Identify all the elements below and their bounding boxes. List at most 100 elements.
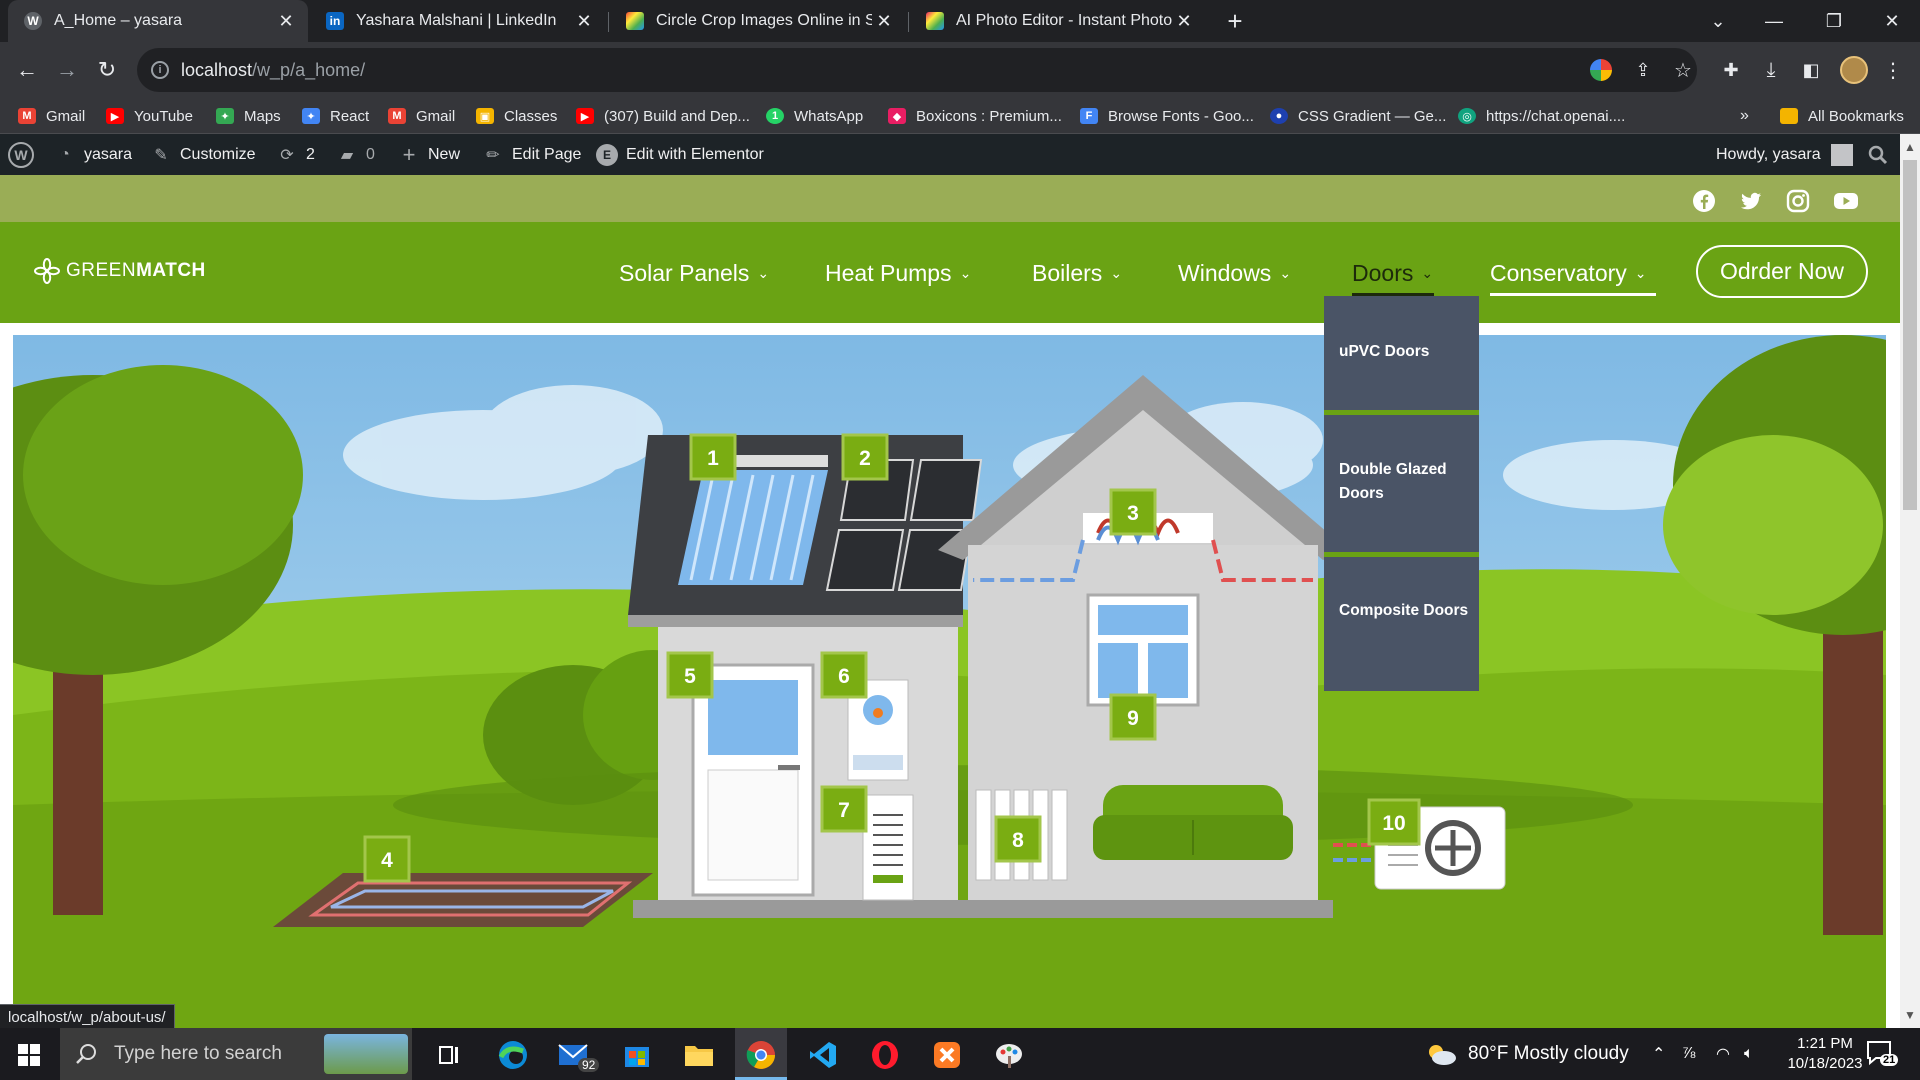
edge-browser-icon[interactable] <box>494 1036 532 1074</box>
close-window-button[interactable]: ✕ <box>1864 0 1920 42</box>
back-button[interactable]: ← <box>10 53 44 87</box>
facebook-icon[interactable] <box>1692 189 1716 213</box>
minimize-button[interactable]: — <box>1746 0 1802 42</box>
microsoft-store-icon[interactable] <box>618 1036 656 1074</box>
bookmarks-overflow-button[interactable]: » <box>1740 98 1749 134</box>
wp-account-menu[interactable]: Howdy, yasara <box>1716 134 1853 175</box>
hotspot-1: 1 <box>707 447 719 470</box>
scroll-up-arrow-icon[interactable]: ▲ <box>1904 140 1916 154</box>
dropdown-item-double-glazed-doors[interactable]: Double Glazed Doors <box>1324 458 1479 506</box>
bookmark-maps[interactable]: ✦ Maps <box>216 98 281 134</box>
youtube-icon[interactable] <box>1833 189 1858 213</box>
wp-customize[interactable]: ✎ Customize <box>150 134 256 175</box>
nav-doors[interactable]: Doors ⌄ <box>1352 258 1433 288</box>
close-tab-icon[interactable]: ✕ <box>274 11 298 32</box>
status-url: localhost/w_p/about-us/ <box>8 1008 166 1026</box>
share-icon[interactable]: ⇪ <box>1626 53 1660 87</box>
browser-tab-ai-photo[interactable]: AI Photo Editor - Instant Photo E ✕ <box>910 0 1206 42</box>
order-now-button[interactable]: Odrder Now <box>1696 245 1868 298</box>
scrollbar-thumb[interactable] <box>1903 160 1917 510</box>
wp-comments[interactable]: ▰ 0 <box>336 134 375 175</box>
scroll-down-arrow-icon[interactable]: ▼ <box>1904 1008 1916 1022</box>
nav-boilers[interactable]: Boilers ⌄ <box>1032 258 1122 288</box>
paint-icon[interactable] <box>990 1036 1028 1074</box>
bookmark-label: All Bookmarks <box>1808 107 1904 125</box>
bookmark-gmail[interactable]: M Gmail <box>18 98 85 134</box>
browser-tab-linkedin[interactable]: in Yashara Malshani | LinkedIn ✕ <box>310 0 606 42</box>
weather-widget[interactable]: 80°F Mostly cloudy <box>1424 1028 1629 1080</box>
site-logo[interactable]: GREEN MATCH <box>34 258 206 284</box>
wp-edit-elementor[interactable]: E Edit with Elementor <box>596 134 764 175</box>
nav-solar-panels[interactable]: Solar Panels ⌄ <box>619 258 769 288</box>
bookmark-css-gradient[interactable]: ● CSS Gradient — Ge... <box>1270 98 1446 134</box>
nav-windows[interactable]: Windows ⌄ <box>1178 258 1291 288</box>
all-bookmarks-folder[interactable]: All Bookmarks <box>1780 98 1904 134</box>
nav-conservatory[interactable]: Conservatory ⌄ <box>1490 258 1647 288</box>
wp-edit-page[interactable]: ✏ Edit Page <box>482 134 581 175</box>
xampp-icon[interactable] <box>928 1036 966 1074</box>
address-bar[interactable]: i localhost/w_p/a_home/ <box>137 48 1697 92</box>
chevron-down-icon: ⌄ <box>1421 264 1434 281</box>
bookmark-youtube[interactable]: ▶ YouTube <box>106 98 193 134</box>
bookmark-classes[interactable]: ▣ Classes <box>476 98 557 134</box>
hotspot-2: 2 <box>859 447 871 470</box>
bookmark-whatsapp[interactable]: 1 WhatsApp <box>766 98 863 134</box>
browser-tab-circle-crop[interactable]: Circle Crop Images Online in Sec ✕ <box>610 0 906 42</box>
search-highlight-image <box>324 1034 408 1074</box>
twitter-icon[interactable] <box>1739 189 1763 213</box>
bookmark-gmail-2[interactable]: M Gmail <box>388 98 455 134</box>
profile-avatar[interactable] <box>1840 56 1868 84</box>
bookmark-react[interactable]: ✦ React <box>302 98 369 134</box>
site-info-icon[interactable]: i <box>151 61 169 79</box>
google-lens-icon[interactable] <box>1590 59 1612 81</box>
new-tab-button[interactable]: + <box>1220 6 1250 36</box>
browser-tab-home[interactable]: W A_Home – yasara ✕ <box>8 0 308 42</box>
bookmark-boxicons[interactable]: ◆ Boxicons : Premium... <box>888 98 1062 134</box>
vscode-icon[interactable] <box>804 1036 842 1074</box>
dropdown-item-upvc-doors[interactable]: uPVC Doors <box>1324 340 1479 364</box>
instagram-icon[interactable] <box>1786 189 1810 213</box>
bookmark-build-deploy[interactable]: ▶ (307) Build and Dep... <box>576 98 750 134</box>
tab-search-button[interactable]: ⌄ <box>1690 0 1746 42</box>
file-explorer-icon[interactable] <box>680 1036 718 1074</box>
windows-start-icon[interactable] <box>10 1036 48 1074</box>
wp-updates[interactable]: ⟳ 2 <box>276 134 315 175</box>
tab-title: Circle Crop Images Online in Sec <box>656 12 872 29</box>
task-view-icon[interactable] <box>430 1036 468 1074</box>
close-tab-icon[interactable]: ✕ <box>572 11 596 32</box>
wp-logo-menu[interactable]: W <box>8 134 42 175</box>
nav-heat-pumps[interactable]: Heat Pumps ⌄ <box>825 258 971 288</box>
forward-button[interactable]: → <box>50 53 84 87</box>
bookmark-google-fonts[interactable]: F Browse Fonts - Goo... <box>1080 98 1254 134</box>
wp-site-name[interactable]: ◔ yasara <box>54 134 132 175</box>
folder-icon <box>1780 108 1798 124</box>
wp-new[interactable]: + New <box>398 134 460 175</box>
user-avatar <box>1830 143 1853 166</box>
bookmark-star-icon[interactable]: ☆ <box>1666 53 1700 87</box>
extensions-puzzle-icon[interactable]: ✚ <box>1714 53 1748 87</box>
opera-icon[interactable] <box>866 1036 904 1074</box>
pencil-icon: ✏ <box>486 146 500 164</box>
wp-search[interactable] <box>1868 134 1888 175</box>
download-icon[interactable]: ⤓ <box>1754 53 1788 87</box>
clock[interactable]: 1:21 PM 10/18/2023 <box>1780 1034 1870 1074</box>
chevron-down-icon: ⌄ <box>1279 264 1292 281</box>
browser-menu-icon[interactable]: ⋮ <box>1876 53 1910 87</box>
taskbar-search-box[interactable]: Type here to search <box>60 1028 412 1080</box>
side-panel-icon[interactable]: ◧ <box>1794 53 1828 87</box>
nav-label: Heat Pumps <box>825 259 952 286</box>
customize-label: Customize <box>180 145 256 163</box>
search-placeholder: Type here to search <box>114 1043 282 1064</box>
show-hidden-icons[interactable]: ⌃ <box>1652 1028 1665 1080</box>
bookmark-chat-openai[interactable]: ◎ https://chat.openai.... <box>1458 98 1625 134</box>
restore-button[interactable]: ❐ <box>1806 0 1862 42</box>
input-method-icon[interactable]: ⅞ <box>1682 1028 1695 1080</box>
wifi-icon[interactable]: ◠ <box>1716 1028 1730 1080</box>
close-tab-icon[interactable]: ✕ <box>1172 11 1196 32</box>
dropdown-item-composite-doors[interactable]: Composite Doors <box>1324 599 1479 623</box>
chrome-icon[interactable] <box>742 1036 780 1074</box>
dashboard-icon: ◔ <box>60 145 70 163</box>
close-tab-icon[interactable]: ✕ <box>872 11 896 32</box>
volume-icon[interactable]: 🔈︎ <box>1744 1028 1754 1080</box>
reload-button[interactable]: ↻ <box>90 53 124 87</box>
